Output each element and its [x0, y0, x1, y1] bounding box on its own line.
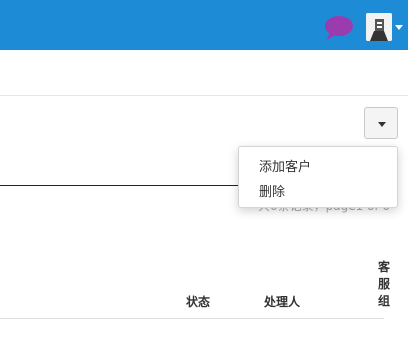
dropdown-toggle-button[interactable]	[364, 107, 398, 139]
menu-item-delete[interactable]: 删除	[259, 181, 285, 200]
chevron-down-icon[interactable]	[395, 25, 403, 30]
chat-bubble-icon[interactable]	[324, 15, 354, 41]
column-header-handler[interactable]: 处理人	[264, 293, 300, 310]
secondary-bar	[0, 50, 408, 96]
column-header-status[interactable]: 状态	[186, 293, 210, 310]
menu-item-add-customer[interactable]: 添加客户	[259, 156, 311, 175]
column-header-service-group[interactable]: 客服组	[378, 259, 392, 310]
caret-down-icon	[378, 122, 386, 127]
user-avatar[interactable]	[366, 13, 392, 41]
divider-line	[0, 185, 262, 186]
dropdown-menu: 添加客户 删除	[238, 146, 398, 208]
table-header-divider	[0, 318, 384, 319]
top-navbar	[0, 0, 408, 50]
